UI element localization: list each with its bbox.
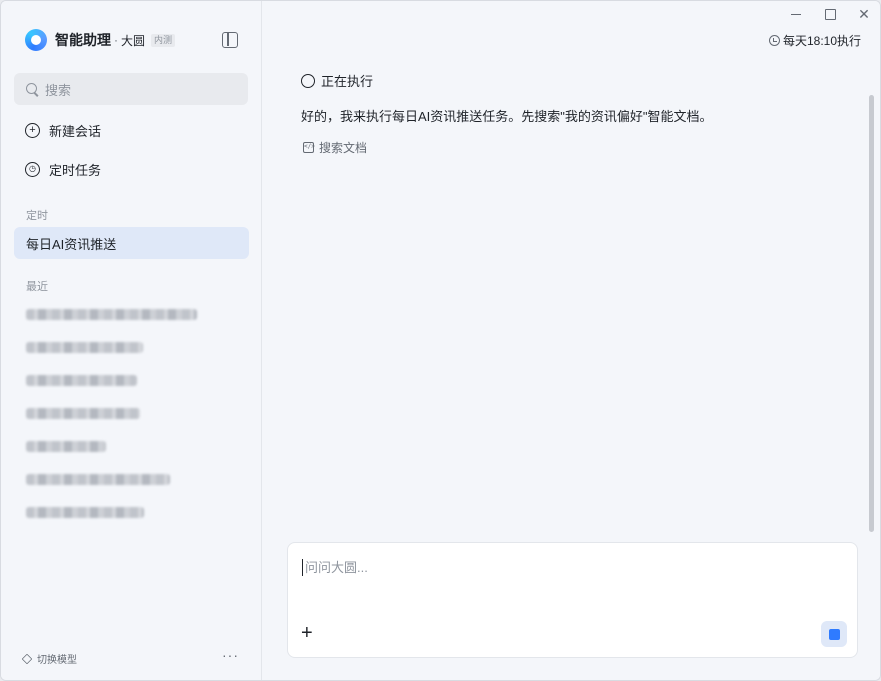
layers-icon bbox=[21, 653, 33, 664]
new-chat-button[interactable]: + 新建会话 bbox=[14, 113, 248, 147]
clock-icon bbox=[768, 35, 780, 46]
scheduled-tasks-label: 定时任务 bbox=[49, 162, 102, 178]
switch-model-button[interactable]: 切换模型 bbox=[21, 651, 77, 666]
scrollbar[interactable] bbox=[869, 95, 874, 532]
sidebar-toggle-icon[interactable] bbox=[222, 32, 238, 48]
recent-item-blurred[interactable] bbox=[26, 375, 137, 386]
message-composer: 问问大圆... + bbox=[287, 542, 858, 658]
message-input[interactable]: 问问大圆... bbox=[302, 559, 368, 576]
tool-call-search-docs[interactable]: </> 搜索文档 bbox=[303, 139, 367, 156]
execution-status: 正在执行 bbox=[301, 71, 373, 90]
scheduled-tasks-button[interactable]: ◷ 定时任务 bbox=[14, 152, 248, 186]
status-text: 正在执行 bbox=[321, 74, 374, 89]
section-label-scheduled: 定时 bbox=[26, 210, 48, 222]
brand-separator: · bbox=[114, 33, 118, 47]
stop-button[interactable] bbox=[821, 621, 847, 647]
schedule-indicator[interactable]: 每天18:10执行 bbox=[768, 32, 861, 49]
add-attachment-button[interactable]: + bbox=[301, 623, 313, 643]
close-icon[interactable]: ✕ bbox=[858, 7, 870, 21]
chat-panel: ✕ 每天18:10执行 正在执行 好的，我来执行每日AI资讯推送任务。先搜索"我… bbox=[262, 1, 880, 680]
assistant-name: 大圆 bbox=[121, 33, 146, 48]
schedule-text: 每天18:10执行 bbox=[782, 34, 861, 48]
stop-icon bbox=[828, 628, 840, 640]
window-controls: ✕ bbox=[790, 7, 870, 21]
search-input[interactable]: 搜索 bbox=[14, 73, 248, 105]
recent-item-blurred[interactable] bbox=[26, 441, 106, 452]
app-window: 智能助理 · 大圆 内测 搜索 + 新建会话 ◷ 定时任务 定时 每日AI资讯推… bbox=[0, 0, 881, 681]
section-label-recent: 最近 bbox=[26, 281, 48, 293]
recent-item-blurred[interactable] bbox=[26, 408, 140, 419]
recent-item-blurred[interactable] bbox=[26, 507, 144, 518]
status-circle-icon bbox=[301, 73, 315, 88]
app-name: 智能助理 bbox=[55, 32, 111, 48]
tool-call-label: 搜索文档 bbox=[319, 141, 368, 155]
clock-icon: ◷ bbox=[25, 161, 40, 177]
minimize-icon[interactable] bbox=[790, 7, 802, 21]
more-options-button[interactable]: ··· bbox=[222, 647, 239, 663]
plus-circle-icon: + bbox=[25, 122, 40, 138]
maximize-icon[interactable] bbox=[824, 7, 836, 21]
search-icon bbox=[26, 82, 39, 96]
recent-item-blurred[interactable] bbox=[26, 342, 143, 353]
sidebar: 智能助理 · 大圆 内测 搜索 + 新建会话 ◷ 定时任务 定时 每日AI资讯推… bbox=[1, 1, 262, 680]
scheduled-item-daily-ai-news[interactable]: 每日AI资讯推送 bbox=[14, 227, 249, 259]
switch-model-label: 切换模型 bbox=[37, 655, 77, 666]
beta-badge: 内测 bbox=[151, 33, 176, 47]
code-icon: </> bbox=[303, 142, 315, 153]
recent-item-blurred[interactable] bbox=[26, 474, 170, 485]
app-logo bbox=[25, 29, 47, 51]
new-chat-label: 新建会话 bbox=[49, 123, 102, 139]
recent-item-blurred[interactable] bbox=[26, 309, 197, 320]
assistant-message: 好的，我来执行每日AI资讯推送任务。先搜索"我的资讯偏好"智能文档。 bbox=[301, 109, 713, 124]
search-placeholder: 搜索 bbox=[45, 82, 72, 98]
brand: 智能助理 · 大圆 内测 bbox=[25, 28, 176, 52]
